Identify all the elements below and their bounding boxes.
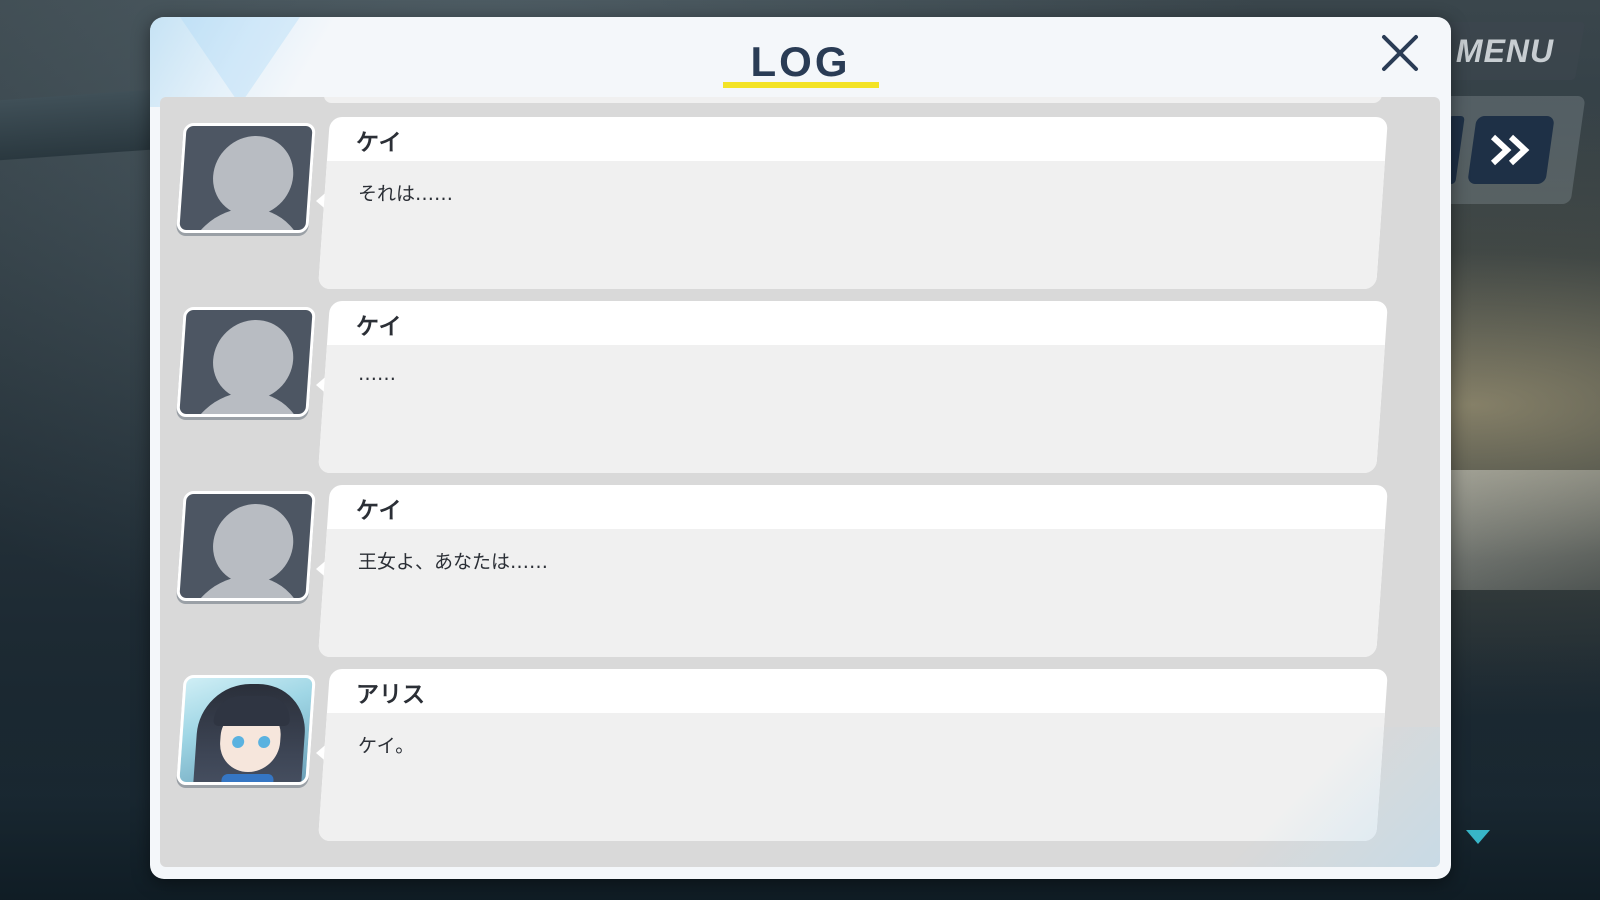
- silhouette-shoulders: [184, 576, 309, 601]
- message-bubble: [317, 301, 1389, 473]
- silhouette-head: [210, 504, 296, 584]
- speaker-name: ケイ: [356, 498, 402, 524]
- speaker-name: アリス: [356, 682, 425, 708]
- log-scroll-area[interactable]: ケイ それは…… ケイ …… ケイ 王女よ、あなたは…… アリス ケイ。: [160, 97, 1440, 867]
- log-header: LOG: [150, 17, 1451, 89]
- silhouette-shoulders: [184, 392, 309, 417]
- message-bubble: [317, 669, 1389, 841]
- menu-button-label: MENU: [1455, 32, 1555, 69]
- message-text: ……: [358, 363, 396, 385]
- skip-button[interactable]: [1467, 116, 1555, 184]
- speaker-name: ケイ: [356, 130, 402, 156]
- close-icon: [1382, 35, 1418, 71]
- message-bubble: [317, 117, 1389, 289]
- background-beam: [0, 89, 150, 161]
- avatar-placeholder: [176, 491, 316, 601]
- log-entry: ケイ それは……: [160, 117, 1440, 293]
- portrait-bangs: [213, 696, 292, 726]
- message-text: それは……: [358, 183, 454, 205]
- fast-forward-icon: [1490, 134, 1530, 166]
- message-body: [317, 713, 1385, 841]
- log-entry: アリス ケイ。: [160, 669, 1440, 845]
- log-entry: ケイ 王女よ、あなたは……: [160, 485, 1440, 661]
- message-body: [317, 161, 1385, 289]
- message-text: ケイ。: [358, 735, 415, 757]
- message-body: [317, 345, 1385, 473]
- next-triangle-icon: [1466, 830, 1490, 844]
- message-text: 王女よ、あなたは……: [358, 551, 549, 573]
- title-underline: [723, 82, 879, 88]
- background-structure: [1450, 470, 1600, 590]
- silhouette-shoulders: [184, 208, 309, 233]
- portrait-collar: [220, 774, 274, 785]
- avatar-alice: [176, 675, 316, 785]
- avatar-placeholder: [176, 307, 316, 417]
- log-entry: ケイ ……: [160, 301, 1440, 477]
- speaker-name: ケイ: [356, 314, 402, 340]
- previous-entry-edge: [323, 97, 1383, 103]
- silhouette-head: [210, 320, 296, 400]
- log-panel: LOG ケイ それは…… ケイ …… ケイ 王女よ、あなたは…… アリス ケイ。: [150, 17, 1451, 879]
- avatar-placeholder: [176, 123, 316, 233]
- page-title: LOG: [750, 38, 851, 85]
- silhouette-head: [210, 136, 296, 216]
- close-button[interactable]: [1378, 31, 1422, 75]
